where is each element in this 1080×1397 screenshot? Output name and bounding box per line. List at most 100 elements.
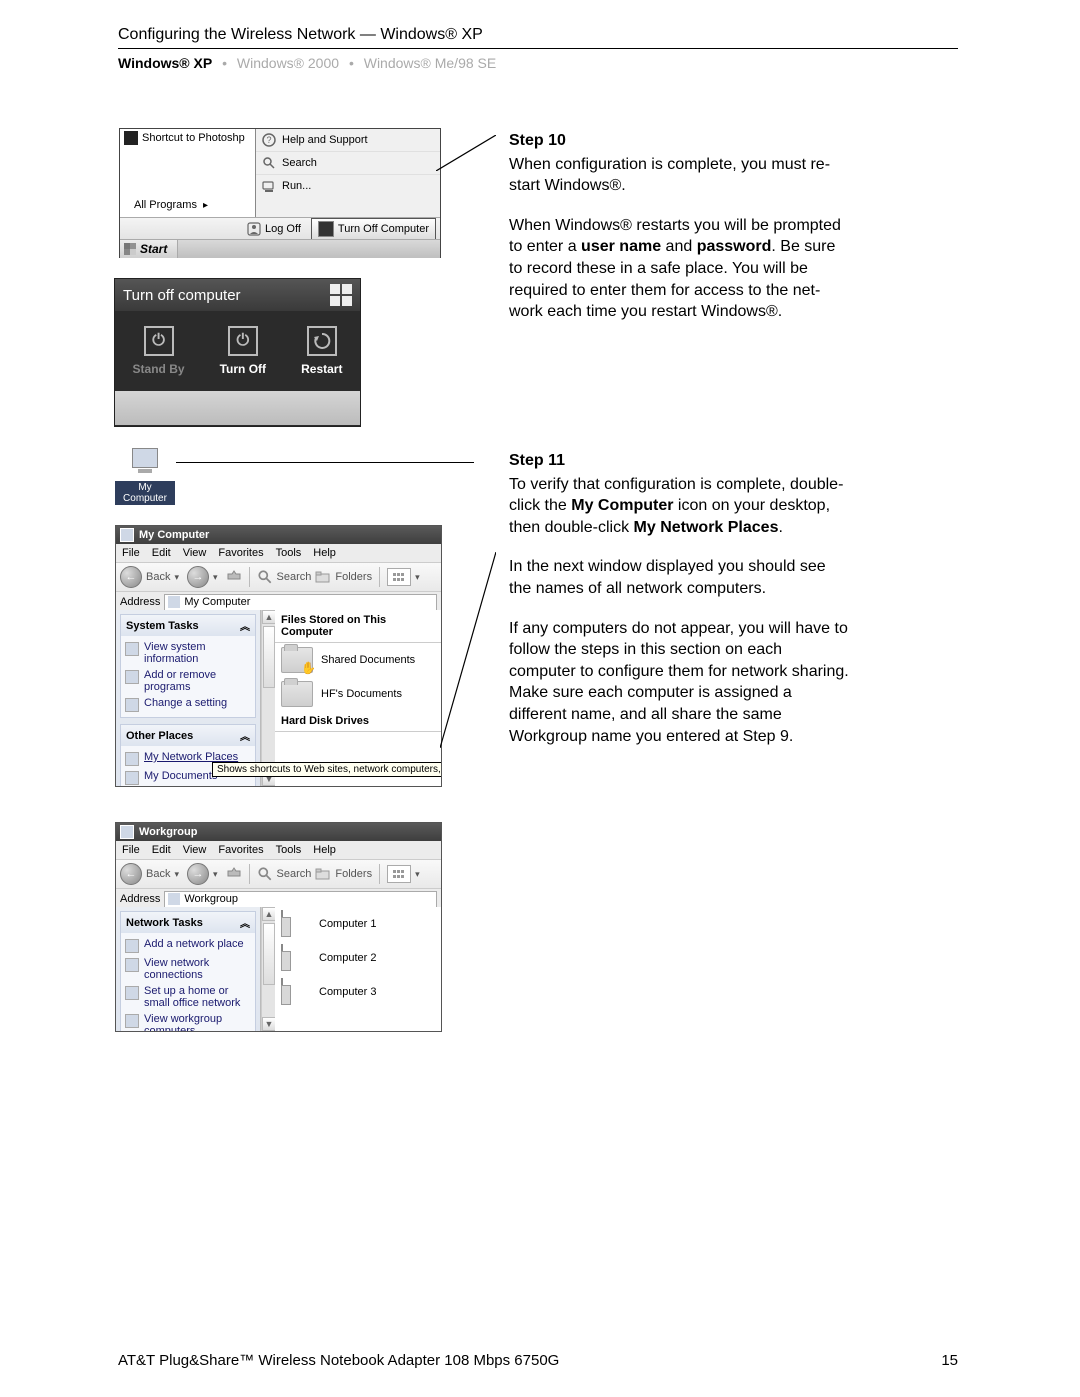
network-tasks-panel: Network Tasks ︽ Add a network place View…	[120, 911, 256, 1031]
start-run[interactable]: Run...	[256, 175, 440, 197]
explorer-main: Files Stored on This Computer ✋ Shared D…	[275, 610, 441, 786]
task-view-workgroup[interactable]: View workgroup computers	[125, 1011, 251, 1031]
chevron-up-icon[interactable]: ︽	[240, 728, 250, 743]
task-view-system-info[interactable]: View system information	[125, 639, 251, 667]
task-setup-network[interactable]: Set up a home or small office network	[125, 983, 251, 1011]
window-title: Workgroup	[139, 826, 197, 838]
my-computer-desktop-icon[interactable]: My Computer	[115, 448, 175, 505]
forward-dropdown[interactable]: ▾	[213, 572, 218, 583]
search-button[interactable]: Search	[277, 868, 312, 880]
my-computer-window: My Computer File Edit View Favorites Too…	[115, 525, 442, 787]
task-view-connections[interactable]: View network connections	[125, 955, 251, 983]
connector-line-2	[440, 552, 496, 748]
standby-button[interactable]: ⏻ Stand By	[133, 326, 185, 376]
task-add-network-place[interactable]: Add a network place	[125, 936, 251, 955]
os-tabs: Windows® XP • Windows® 2000 • Windows® M…	[118, 55, 958, 71]
menu-favorites[interactable]: Favorites	[218, 844, 263, 856]
menu-file[interactable]: File	[122, 844, 140, 856]
menu-view[interactable]: View	[183, 547, 207, 559]
step-11-p2: In the next window displayed you should …	[509, 556, 849, 599]
chevron-up-icon[interactable]: ︽	[240, 618, 250, 633]
item-computer-3[interactable]: Computer 3	[275, 975, 441, 1009]
menu-edit[interactable]: Edit	[152, 547, 171, 559]
scrollbar[interactable]: ▲ ▼	[261, 610, 276, 786]
chevron-up-icon[interactable]: ︽	[240, 915, 250, 930]
menu-tools[interactable]: Tools	[276, 547, 302, 559]
start-logoff[interactable]: Log Off	[241, 220, 307, 238]
address-label: Address	[120, 893, 160, 905]
address-field[interactable]: Workgroup	[164, 891, 437, 908]
scroll-up[interactable]: ▲	[262, 907, 276, 921]
restart-icon	[307, 326, 337, 356]
start-search[interactable]: Search	[256, 152, 440, 175]
task-change-setting[interactable]: Change a setting	[125, 695, 251, 714]
step-11-block: Step 11 To verify that configuration is …	[509, 450, 849, 765]
turn-off-footer	[115, 391, 360, 425]
back-dropdown[interactable]: ▾	[174, 869, 179, 880]
views-dropdown[interactable]: ▾	[415, 572, 420, 583]
menu-edit[interactable]: Edit	[152, 844, 171, 856]
menu-help[interactable]: Help	[313, 547, 336, 559]
computer-icon	[281, 979, 311, 1005]
scroll-thumb[interactable]	[263, 923, 275, 985]
back-dropdown[interactable]: ▾	[174, 572, 179, 583]
windows-flag-icon	[330, 284, 352, 306]
address-value: My Computer	[184, 596, 250, 608]
page-title: Configuring the Wireless Network — Windo…	[118, 26, 958, 44]
network-tasks-heading: Network Tasks	[126, 917, 203, 929]
folders-button[interactable]: Folders	[335, 571, 372, 583]
forward-button[interactable]: →	[187, 566, 209, 588]
menu-favorites[interactable]: Favorites	[218, 547, 263, 559]
address-value: Workgroup	[184, 893, 238, 905]
menu-view[interactable]: View	[183, 844, 207, 856]
scroll-down[interactable]: ▼	[262, 1017, 276, 1031]
step-11-heading: Step 11	[509, 450, 849, 472]
views-button[interactable]	[387, 865, 411, 883]
files-stored-heading: Files Stored on This Computer	[275, 610, 441, 643]
views-button[interactable]	[387, 568, 411, 586]
menu-file[interactable]: File	[122, 547, 140, 559]
standby-icon: ⏻	[144, 326, 174, 356]
menu-help[interactable]: Help	[313, 844, 336, 856]
up-button[interactable]	[226, 569, 242, 585]
scroll-up[interactable]: ▲	[262, 610, 276, 624]
icon-line	[176, 462, 474, 463]
item-hf-documents[interactable]: HF's Documents	[275, 677, 441, 711]
item-computer-1[interactable]: Computer 1	[275, 907, 441, 941]
forward-button[interactable]: →	[187, 863, 209, 885]
back-button[interactable]: ←	[120, 863, 142, 885]
search-button[interactable]: Search	[277, 571, 312, 583]
menu-tools[interactable]: Tools	[276, 844, 302, 856]
views-dropdown[interactable]: ▾	[415, 869, 420, 880]
folders-button[interactable]: Folders	[335, 868, 372, 880]
step-10-heading: Step 10	[509, 130, 849, 152]
turn-off-titlebar: Turn off computer	[115, 279, 360, 311]
start-all-programs[interactable]: All Programs	[134, 199, 208, 211]
forward-dropdown[interactable]: ▾	[213, 869, 218, 880]
folder-icon: ✋	[281, 647, 313, 673]
start-button[interactable]: Start	[120, 240, 178, 258]
back-label: Back	[146, 571, 170, 583]
address-field[interactable]: My Computer	[164, 594, 437, 611]
item-computer-2[interactable]: Computer 2	[275, 941, 441, 975]
up-button[interactable]	[226, 866, 242, 882]
start-turnoff[interactable]: Turn Off Computer	[311, 218, 436, 240]
folder-icon	[281, 681, 313, 707]
scroll-thumb[interactable]	[263, 626, 275, 688]
window-icon	[120, 825, 134, 839]
window-title: My Computer	[139, 529, 209, 541]
search-icon	[262, 156, 276, 170]
step-10-p1: When configuration is complete, you must…	[509, 154, 849, 197]
toolbar: ← Back ▾ → ▾ Search Folders ▾	[116, 860, 441, 889]
scrollbar[interactable]: ▲ ▼	[261, 907, 276, 1031]
start-shortcut-photoshop[interactable]: Shortcut to Photoshp	[120, 129, 255, 147]
start-help[interactable]: ? Help and Support	[256, 129, 440, 152]
turn-off-button[interactable]: ⏻ Turn Off	[220, 326, 266, 376]
restart-button[interactable]: Restart	[301, 326, 342, 376]
item-shared-documents[interactable]: ✋ Shared Documents	[275, 643, 441, 677]
back-button[interactable]: ←	[120, 566, 142, 588]
computer-icon	[129, 448, 161, 478]
start-menu-right: ? Help and Support Search Run...	[256, 129, 440, 217]
task-add-remove-programs[interactable]: Add or remove programs	[125, 667, 251, 695]
tooltip: Shows shortcuts to Web sites, network co…	[212, 762, 442, 777]
